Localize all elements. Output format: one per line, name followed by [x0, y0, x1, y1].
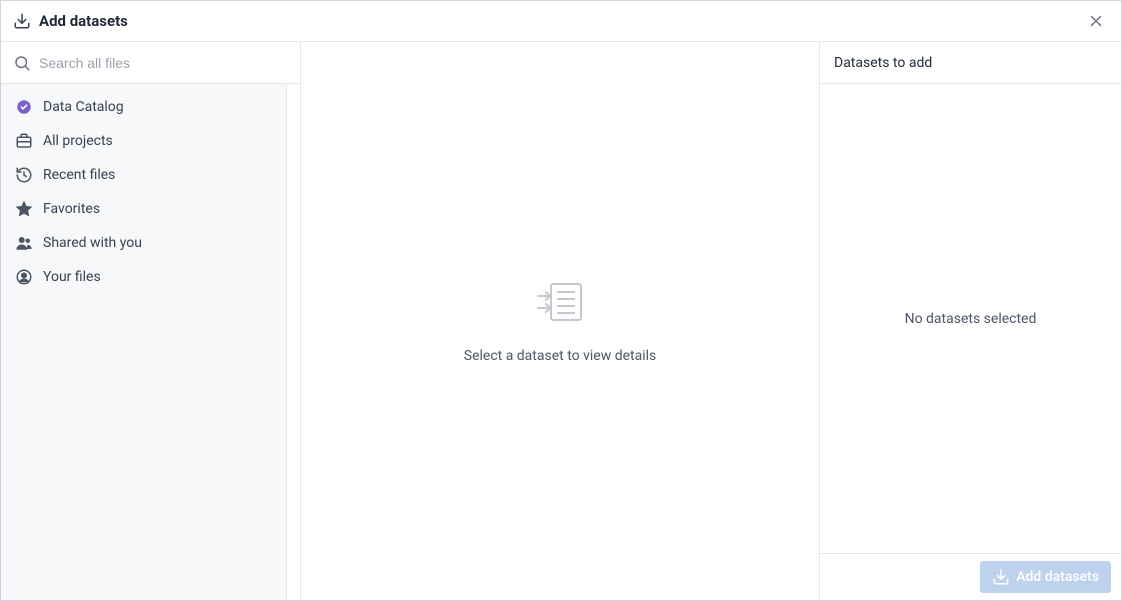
download-icon	[992, 568, 1010, 586]
sidebar-item-shared-with-you[interactable]: Shared with you	[1, 226, 286, 260]
sidebar-item-data-catalog[interactable]: Data Catalog	[1, 90, 286, 124]
center-panel: Select a dataset to view details	[301, 42, 820, 600]
sidebar-item-label: Favorites	[43, 201, 100, 217]
star-icon	[15, 200, 33, 218]
sidebar-item-favorites[interactable]: Favorites	[1, 192, 286, 226]
sidebar-item-recent-files[interactable]: Recent files	[1, 158, 286, 192]
sidebar-item-your-files[interactable]: Your files	[1, 260, 286, 294]
sidebar: Data Catalog All projects Recent files	[1, 42, 301, 600]
center-empty-text: Select a dataset to view details	[464, 348, 657, 364]
right-panel-empty: No datasets selected	[820, 84, 1121, 554]
right-panel-footer: Add datasets	[820, 554, 1121, 600]
sidebar-item-label: Data Catalog	[43, 99, 124, 115]
sidebar-item-label: All projects	[43, 133, 113, 149]
sidebar-item-all-projects[interactable]: All projects	[1, 124, 286, 158]
briefcase-icon	[15, 132, 33, 150]
download-icon	[13, 12, 31, 30]
users-icon	[15, 234, 33, 252]
check-badge-icon	[15, 98, 33, 116]
search-input[interactable]	[39, 55, 288, 71]
add-datasets-button[interactable]: Add datasets	[980, 561, 1111, 593]
right-panel: Datasets to add No datasets selected Add…	[820, 42, 1121, 600]
sidebar-item-label: Recent files	[43, 167, 115, 183]
close-icon	[1087, 12, 1105, 30]
import-placeholder-icon	[534, 278, 586, 326]
sidebar-gutter	[286, 84, 300, 600]
header-left: Add datasets	[13, 12, 128, 30]
sidebar-item-label: Your files	[43, 269, 101, 285]
search-row	[1, 42, 300, 84]
sidebar-nav: Data Catalog All projects Recent files	[1, 84, 286, 600]
history-icon	[15, 166, 33, 184]
user-circle-icon	[15, 268, 33, 286]
close-button[interactable]	[1083, 8, 1109, 34]
add-datasets-button-label: Add datasets	[1016, 569, 1099, 585]
sidebar-item-label: Shared with you	[43, 235, 142, 251]
modal-title: Add datasets	[39, 12, 128, 30]
modal-body: Data Catalog All projects Recent files	[1, 42, 1121, 600]
right-panel-heading: Datasets to add	[820, 42, 1121, 84]
search-icon	[13, 54, 31, 72]
add-datasets-modal: Add datasets Data Catalog	[0, 0, 1122, 601]
modal-header: Add datasets	[1, 1, 1121, 42]
